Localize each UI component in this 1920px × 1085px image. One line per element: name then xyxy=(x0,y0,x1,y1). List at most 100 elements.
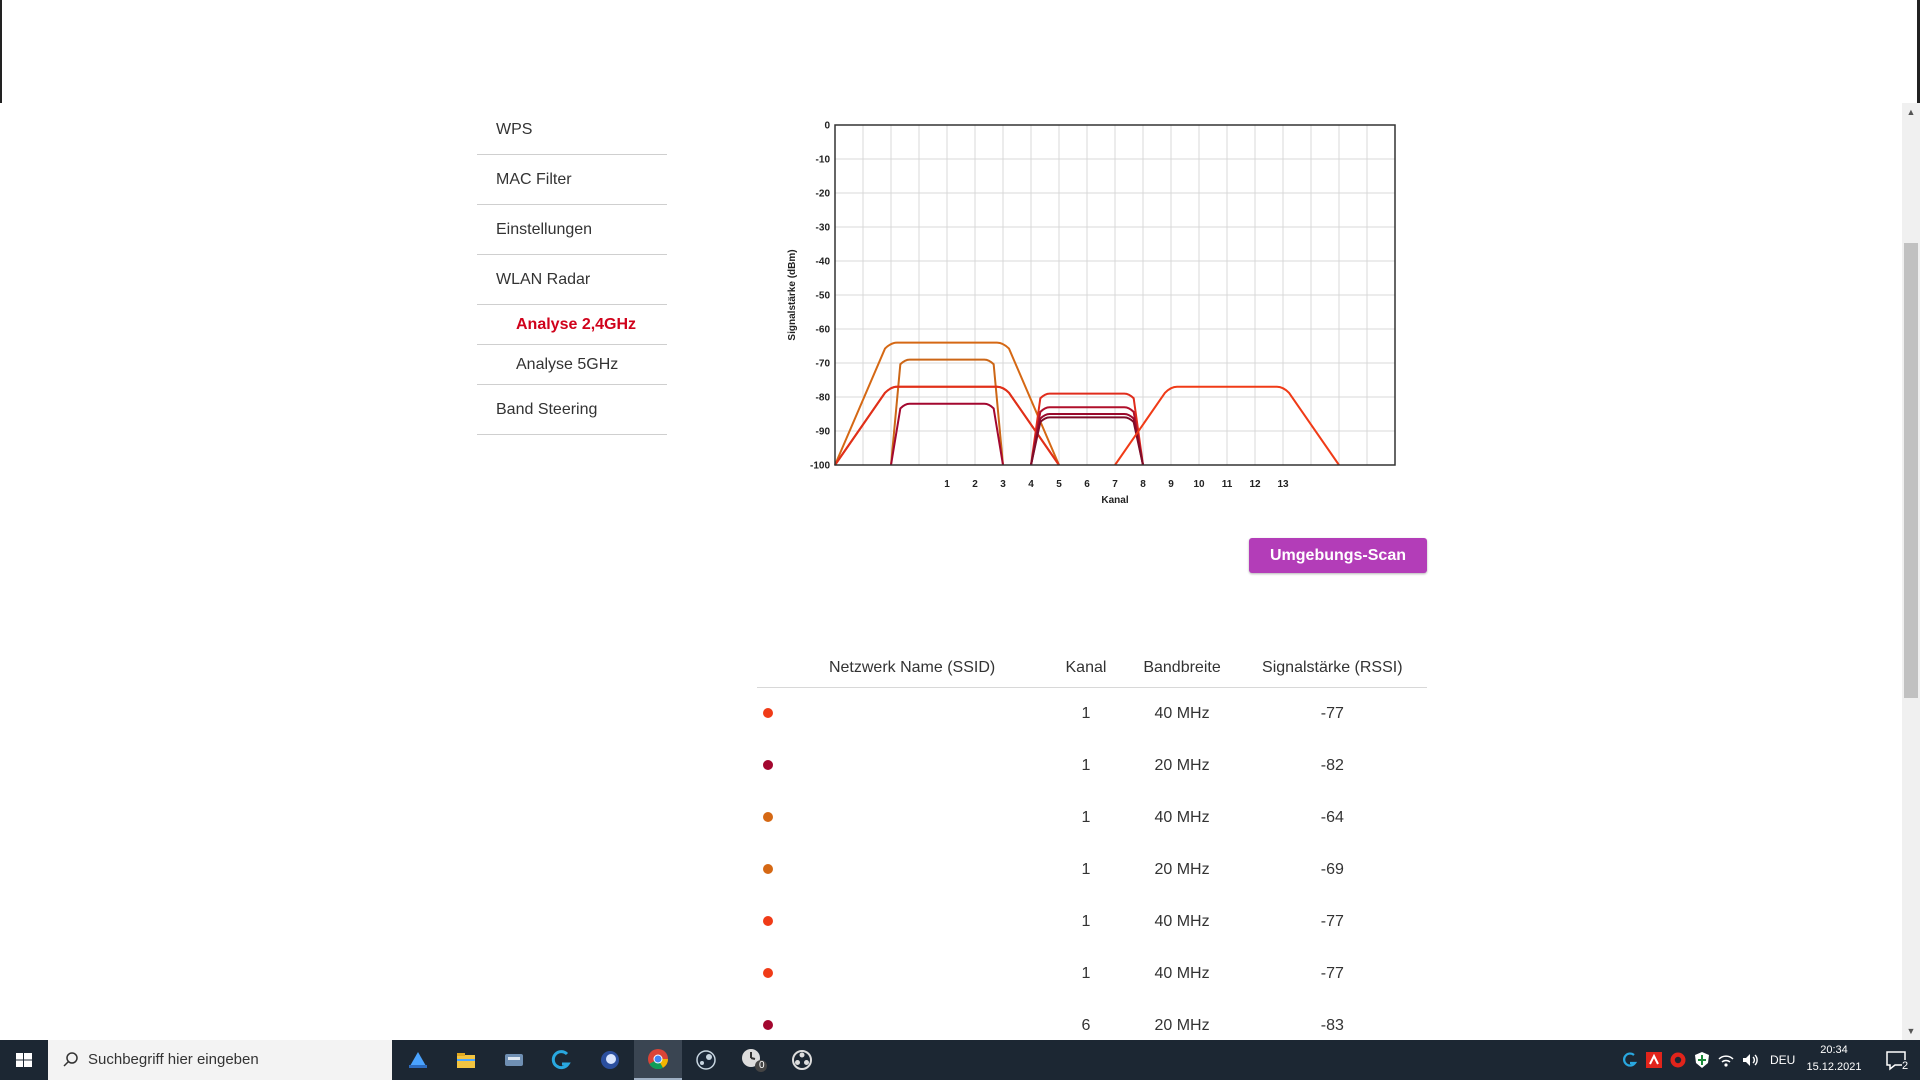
sidebar-subitem-analyse-5ghz[interactable]: Analyse 5GHz xyxy=(477,345,667,385)
sidebar-item-mac-filter[interactable]: MAC Filter xyxy=(477,155,667,205)
row-rssi-text: -83 xyxy=(1320,1017,1344,1034)
row-bandwidth-text: 40 MHz xyxy=(1154,965,1210,982)
row-bandwidth: 40 MHz xyxy=(1126,688,1237,741)
umgebungs-scan-button[interactable]: Umgebungs-Scan xyxy=(1249,538,1427,573)
tray-volume-icon[interactable] xyxy=(1741,1051,1759,1069)
row-color-dot xyxy=(757,792,779,844)
tray-clock[interactable]: 20:34 15.12.2021 xyxy=(1800,1042,1868,1078)
row-ssid xyxy=(779,948,1046,1000)
window-edge-left xyxy=(0,0,2,103)
x-tick-label: 9 xyxy=(1168,479,1174,490)
x-axis-label: Kanal xyxy=(1101,495,1128,506)
row-rssi: -77 xyxy=(1238,688,1427,741)
taskbar-app-logitech[interactable] xyxy=(538,1040,586,1080)
row-bandwidth-text: 40 MHz xyxy=(1154,809,1210,826)
row-channel: 1 xyxy=(1045,844,1126,896)
taskbar-app-steam[interactable] xyxy=(682,1040,730,1080)
network-color-dot-icon xyxy=(762,708,773,718)
table-header-bandwidth[interactable]: Bandbreite xyxy=(1126,650,1238,688)
row-rssi: -69 xyxy=(1238,844,1427,896)
row-channel: 6 xyxy=(1045,1000,1126,1040)
taskbar-app-obs[interactable] xyxy=(778,1040,826,1080)
windows-logo-icon xyxy=(16,1053,32,1067)
y-tick-label: -30 xyxy=(816,223,831,234)
channel-chart-svg: 0-10-20-30-40-50-60-70-80-90-1001 2 3 4 5 6 7 8… xyxy=(787,121,1396,506)
row-channel: 1 xyxy=(1045,688,1126,741)
table-header-row: Netzwerk Name (SSID) Kanal Bandbreite Si… xyxy=(757,650,1427,688)
file-explorer-icon xyxy=(457,1053,475,1068)
taskbar-app-clock[interactable]: 0 xyxy=(730,1040,778,1080)
row-rssi-text: -69 xyxy=(1320,861,1344,878)
action-center-button[interactable]: 2 xyxy=(1872,1040,1920,1080)
sidebar-item-wps[interactable]: WPS xyxy=(477,105,667,155)
x-tick-label: 6 xyxy=(1084,479,1090,490)
tray-beats-icon[interactable] xyxy=(1669,1051,1687,1069)
windows-start-button[interactable] xyxy=(0,1040,48,1080)
sidebar-item-wlan-radar[interactable]: WLAN Radar xyxy=(477,255,667,305)
tray-amd-icon[interactable] xyxy=(1645,1051,1663,1069)
notification-icon xyxy=(1886,1051,1906,1071)
taskbar-app-file-explorer[interactable] xyxy=(442,1040,490,1080)
row-channel-text: 1 xyxy=(1081,705,1091,722)
row-channel-text: 6 xyxy=(1081,1017,1091,1034)
row-bandwidth-text: 20 MHz xyxy=(1154,757,1210,774)
row-channel-text: 1 xyxy=(1081,757,1091,774)
table-header-channel[interactable]: Kanal xyxy=(1045,650,1127,688)
row-color-dot xyxy=(757,896,779,948)
table-row[interactable]: 1 20 MHz -69 xyxy=(757,844,1427,896)
network-table: Netzwerk Name (SSID) Kanal Bandbreite Si… xyxy=(757,650,1427,1040)
search-icon xyxy=(63,1052,78,1067)
table-row[interactable]: 1 40 MHz -77 xyxy=(757,948,1427,1000)
table-row[interactable]: 1 20 MHz -82 xyxy=(757,740,1427,792)
row-rssi: -77 xyxy=(1238,896,1427,948)
network-color-dot-icon xyxy=(762,1020,773,1030)
chrome-icon xyxy=(648,1049,669,1070)
row-channel: 1 xyxy=(1045,896,1126,948)
row-bandwidth-text: 20 MHz xyxy=(1154,861,1210,878)
table-header-ssid[interactable]: Netzwerk Name (SSID) xyxy=(778,650,1046,688)
search-placeholder: Suchbegriff hier eingeben xyxy=(88,1051,259,1068)
y-tick-label: -80 xyxy=(816,393,831,404)
network-color-dot-icon xyxy=(762,916,773,926)
taskbar-search-input[interactable]: Suchbegriff hier eingeben xyxy=(48,1040,392,1080)
row-color-dot xyxy=(757,688,779,741)
table-header-rssi[interactable]: Signalstärke (RSSI) xyxy=(1237,650,1427,688)
clock-date: 15.12.2021 xyxy=(1806,1061,1862,1073)
blue-app-icon xyxy=(409,1052,427,1068)
row-bandwidth-text: 40 MHz xyxy=(1154,913,1210,930)
row-channel: 1 xyxy=(1045,740,1126,792)
browser-viewport: WPS MAC Filter Einstellungen WLAN Radar … xyxy=(0,0,1920,1040)
table-row[interactable]: 1 40 MHz -77 xyxy=(757,688,1427,741)
sidebar-subitem-analyse-24ghz[interactable]: Analyse 2,4GHz xyxy=(477,305,667,345)
tray-security-shield-icon[interactable] xyxy=(1693,1051,1711,1069)
taskbar-app-cortana[interactable] xyxy=(586,1040,634,1080)
row-color-dot xyxy=(757,740,779,792)
windows-taskbar: Suchbegriff hier eingeben 0 DEU 20:34 15… xyxy=(0,1040,1920,1080)
row-channel: 1 xyxy=(1045,792,1126,844)
tray-logitech-icon[interactable] xyxy=(1621,1051,1639,1069)
taskbar-app-blue-tool[interactable] xyxy=(394,1040,442,1080)
table-row[interactable]: 6 20 MHz -83 xyxy=(757,1000,1427,1040)
row-ssid xyxy=(779,740,1046,792)
taskbar-app-network-tool[interactable] xyxy=(490,1040,538,1080)
x-tick-label: 8 xyxy=(1140,479,1146,490)
row-bandwidth: 20 MHz xyxy=(1126,844,1237,896)
taskbar-app-chrome[interactable] xyxy=(634,1040,682,1080)
scroll-down-arrow-icon[interactable]: ▼ xyxy=(1902,1022,1920,1040)
scroll-up-arrow-icon[interactable]: ▲ xyxy=(1902,103,1920,121)
sidebar-item-band-steering[interactable]: Band Steering xyxy=(477,385,667,435)
tray-wifi-icon[interactable] xyxy=(1717,1051,1735,1069)
table-row[interactable]: 1 40 MHz -77 xyxy=(757,896,1427,948)
row-bandwidth-text: 20 MHz xyxy=(1154,1017,1210,1034)
row-rssi: -64 xyxy=(1238,792,1427,844)
scrollbar-thumb[interactable] xyxy=(1904,243,1918,698)
clock-time: 20:34 xyxy=(1820,1044,1848,1056)
tray-language-indicator[interactable]: DEU xyxy=(1770,1040,1795,1080)
sidebar-item-einstellungen[interactable]: Einstellungen xyxy=(477,205,667,255)
page-scrollbar[interactable]: ▲ ▼ xyxy=(1902,103,1920,1040)
y-tick-label: -20 xyxy=(816,189,831,200)
row-channel-text: 1 xyxy=(1081,965,1091,982)
y-tick-label: -70 xyxy=(816,359,831,370)
wlan-sidebar-nav: WPS MAC Filter Einstellungen WLAN Radar … xyxy=(477,105,667,435)
table-row[interactable]: 1 40 MHz -64 xyxy=(757,792,1427,844)
